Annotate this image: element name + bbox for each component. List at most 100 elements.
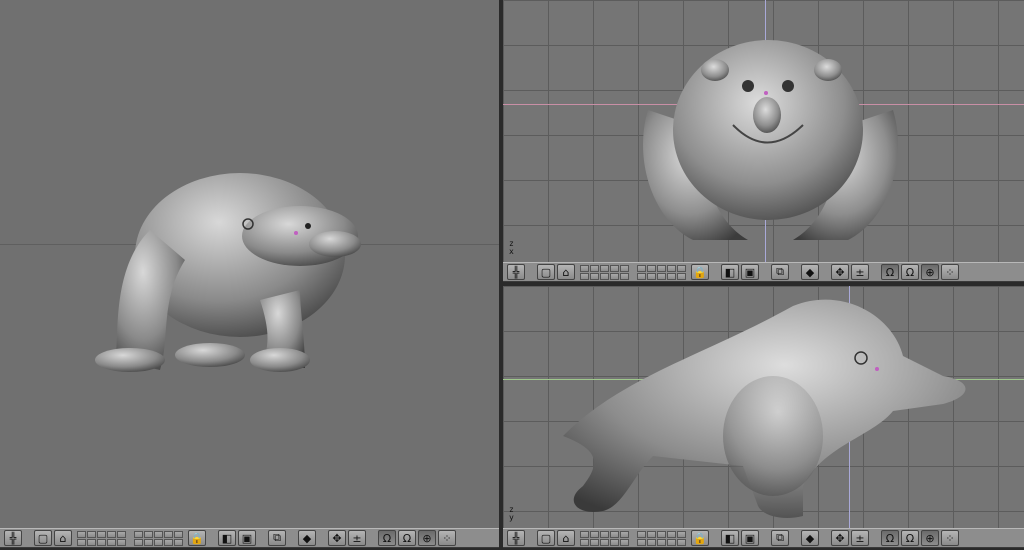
layer-toggle[interactable] (677, 272, 686, 280)
layer-toggle[interactable] (620, 272, 629, 280)
layer-toggle[interactable] (677, 264, 686, 272)
layer-toggle[interactable] (580, 530, 589, 538)
layer-toggle[interactable] (610, 264, 619, 272)
layer-toggle[interactable] (667, 530, 676, 538)
layer-toggle[interactable] (144, 530, 153, 538)
layer-toggle[interactable] (610, 538, 619, 546)
layer-toggle[interactable] (610, 530, 619, 538)
lock-icon[interactable]: 🔒 (188, 530, 206, 546)
layer-toggle[interactable] (647, 538, 656, 546)
layer-toggle[interactable] (657, 538, 666, 546)
layer-toggle[interactable] (667, 272, 676, 280)
layer-toggle[interactable] (620, 538, 629, 546)
layer-toggle[interactable] (590, 272, 599, 280)
rotate-manipulator-icon[interactable]: ± (851, 264, 869, 280)
layer-toggle[interactable] (620, 264, 629, 272)
layer-toggle[interactable] (667, 538, 676, 546)
layer-toggle[interactable] (647, 272, 656, 280)
layer-toggle[interactable] (677, 538, 686, 546)
layer-toggle[interactable] (154, 538, 163, 546)
layer-toggle[interactable] (590, 530, 599, 538)
side-viewport[interactable]: z y (503, 286, 1024, 528)
layer-toggle[interactable] (647, 264, 656, 272)
object-mode-icon[interactable]: ◆ (298, 530, 316, 546)
front-viewport[interactable]: z x (503, 0, 1024, 262)
scale-manipulator-icon[interactable]: ⁘ (941, 264, 959, 280)
layer-toggle[interactable] (580, 538, 589, 546)
pivot-icon[interactable]: ⧉ (771, 264, 789, 280)
move-manipulator-icon[interactable]: ✥ (831, 530, 849, 546)
layer-toggle[interactable] (590, 264, 599, 272)
layer-toggle[interactable] (174, 530, 183, 538)
proportional-edit-icon[interactable]: Ω (378, 530, 396, 546)
layer-toggle[interactable] (600, 272, 609, 280)
layer-toggle[interactable] (144, 538, 153, 546)
layer-toggle[interactable] (580, 272, 589, 280)
home-icon[interactable]: ⌂ (54, 530, 72, 546)
layer-toggle[interactable] (637, 264, 646, 272)
scale-manipulator-icon[interactable]: ⁘ (941, 530, 959, 546)
home-icon[interactable]: ⌂ (557, 264, 575, 280)
layer-toggle[interactable] (164, 538, 173, 546)
layer-toggle[interactable] (657, 264, 666, 272)
layer-buttons[interactable] (580, 264, 629, 280)
local-view-icon[interactable]: ▢ (537, 530, 555, 546)
layer-toggle[interactable] (677, 530, 686, 538)
lock-icon[interactable]: 🔒 (691, 264, 709, 280)
object-mode-icon[interactable]: ◆ (801, 530, 819, 546)
move-manipulator-icon[interactable]: ✥ (831, 264, 849, 280)
scale-manipulator-icon[interactable]: ⁘ (438, 530, 456, 546)
layer-toggle[interactable] (77, 538, 86, 546)
layer-toggle[interactable] (637, 530, 646, 538)
layer-toggle[interactable] (620, 530, 629, 538)
local-view-icon[interactable]: ▢ (537, 264, 555, 280)
layer-toggle[interactable] (637, 272, 646, 280)
snap-icon[interactable]: Ω (398, 530, 416, 546)
rotate-manipulator-icon[interactable]: ± (851, 530, 869, 546)
layer-toggle[interactable] (174, 538, 183, 546)
layer-toggle[interactable] (107, 530, 116, 538)
layer-toggle[interactable] (667, 264, 676, 272)
view-menu-icon[interactable]: ╬ (507, 530, 525, 546)
layer-toggle[interactable] (657, 530, 666, 538)
layer-buttons[interactable] (580, 530, 629, 546)
pivot-icon[interactable]: ⧉ (268, 530, 286, 546)
layer-toggle[interactable] (97, 538, 106, 546)
layer-toggle[interactable] (590, 538, 599, 546)
view-menu-icon[interactable]: ╬ (507, 264, 525, 280)
perspective-viewport[interactable] (0, 0, 499, 528)
layer-toggle[interactable] (87, 530, 96, 538)
draw-type-icon[interactable]: ▣ (238, 530, 256, 546)
layer-toggle[interactable] (637, 538, 646, 546)
layer-toggle[interactable] (600, 530, 609, 538)
pivot-icon[interactable]: ⧉ (771, 530, 789, 546)
draw-type-icon[interactable]: ▣ (741, 530, 759, 546)
layer-toggle[interactable] (117, 538, 126, 546)
layer-toggle[interactable] (134, 538, 143, 546)
proportional-edit-icon[interactable]: Ω (881, 264, 899, 280)
layer-toggle[interactable] (87, 538, 96, 546)
draw-mode-icon[interactable]: ◧ (721, 264, 739, 280)
view-menu-icon[interactable]: ╬ (4, 530, 22, 546)
transform-icon[interactable]: ⊕ (418, 530, 436, 546)
viewport-divider[interactable] (503, 282, 1024, 286)
layer-toggle[interactable] (164, 530, 173, 538)
local-view-icon[interactable]: ▢ (34, 530, 52, 546)
layer-toggle[interactable] (657, 272, 666, 280)
object-mode-icon[interactable]: ◆ (801, 264, 819, 280)
layer-toggle[interactable] (77, 530, 86, 538)
layer-buttons[interactable] (77, 530, 126, 546)
layer-buttons[interactable] (637, 530, 686, 546)
home-icon[interactable]: ⌂ (557, 530, 575, 546)
layer-toggle[interactable] (107, 538, 116, 546)
layer-toggle[interactable] (134, 530, 143, 538)
rotate-manipulator-icon[interactable]: ± (348, 530, 366, 546)
layer-toggle[interactable] (154, 530, 163, 538)
layer-toggle[interactable] (580, 264, 589, 272)
layer-buttons[interactable] (637, 264, 686, 280)
layer-toggle[interactable] (600, 538, 609, 546)
snap-icon[interactable]: Ω (901, 530, 919, 546)
draw-type-icon[interactable]: ▣ (741, 264, 759, 280)
layer-buttons[interactable] (134, 530, 183, 546)
layer-toggle[interactable] (600, 264, 609, 272)
